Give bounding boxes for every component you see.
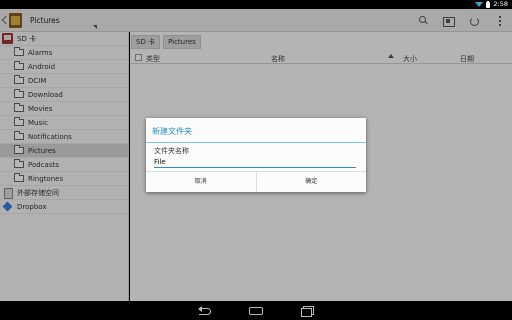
folder-name-input[interactable] — [154, 156, 356, 168]
clock: 2:58 — [493, 0, 508, 8]
status-bar: 2:58 — [0, 0, 512, 9]
cancel-button[interactable]: 取消 — [146, 172, 256, 192]
folder-name-label: 文件夹名称 — [154, 147, 189, 155]
dialog-title: 新建文件夹 — [152, 127, 192, 136]
back-icon[interactable] — [198, 305, 212, 316]
dialog-title-divider — [146, 142, 366, 143]
battery-icon — [486, 0, 491, 8]
recent-apps-icon[interactable] — [300, 305, 314, 317]
new-folder-dialog: 新建文件夹 文件夹名称 取消 确定 — [146, 118, 366, 192]
dialog-buttons: 取消 确定 — [146, 171, 366, 192]
home-icon[interactable] — [249, 305, 263, 316]
wifi-icon — [475, 2, 484, 7]
navigation-bar — [0, 301, 512, 320]
ok-button[interactable]: 确定 — [255, 172, 367, 192]
